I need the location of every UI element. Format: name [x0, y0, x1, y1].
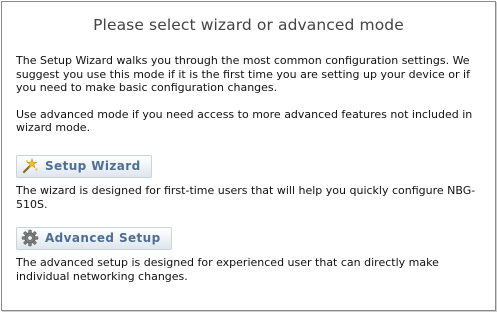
setup-wizard-description: The wizard is designed for first-time us… — [16, 184, 476, 212]
advanced-setup-button[interactable]: Advanced Setup — [16, 226, 172, 250]
mode-selection-panel: Please select wizard or advanced mode Th… — [1, 1, 496, 311]
setup-wizard-button[interactable]: Setup Wizard — [16, 154, 152, 178]
intro-paragraph-wizard: The Setup Wizard walks you through the m… — [16, 54, 470, 95]
wizard-wand-icon — [21, 157, 39, 175]
intro-paragraph-advanced: Use advanced mode if you need access to … — [16, 107, 473, 135]
gear-icon — [21, 229, 39, 247]
page-title: Please select wizard or advanced mode — [93, 16, 404, 34]
advanced-setup-button-label: Advanced Setup — [45, 231, 161, 246]
advanced-setup-description: The advanced setup is designed for exper… — [16, 256, 439, 283]
setup-wizard-button-label: Setup Wizard — [45, 159, 141, 174]
